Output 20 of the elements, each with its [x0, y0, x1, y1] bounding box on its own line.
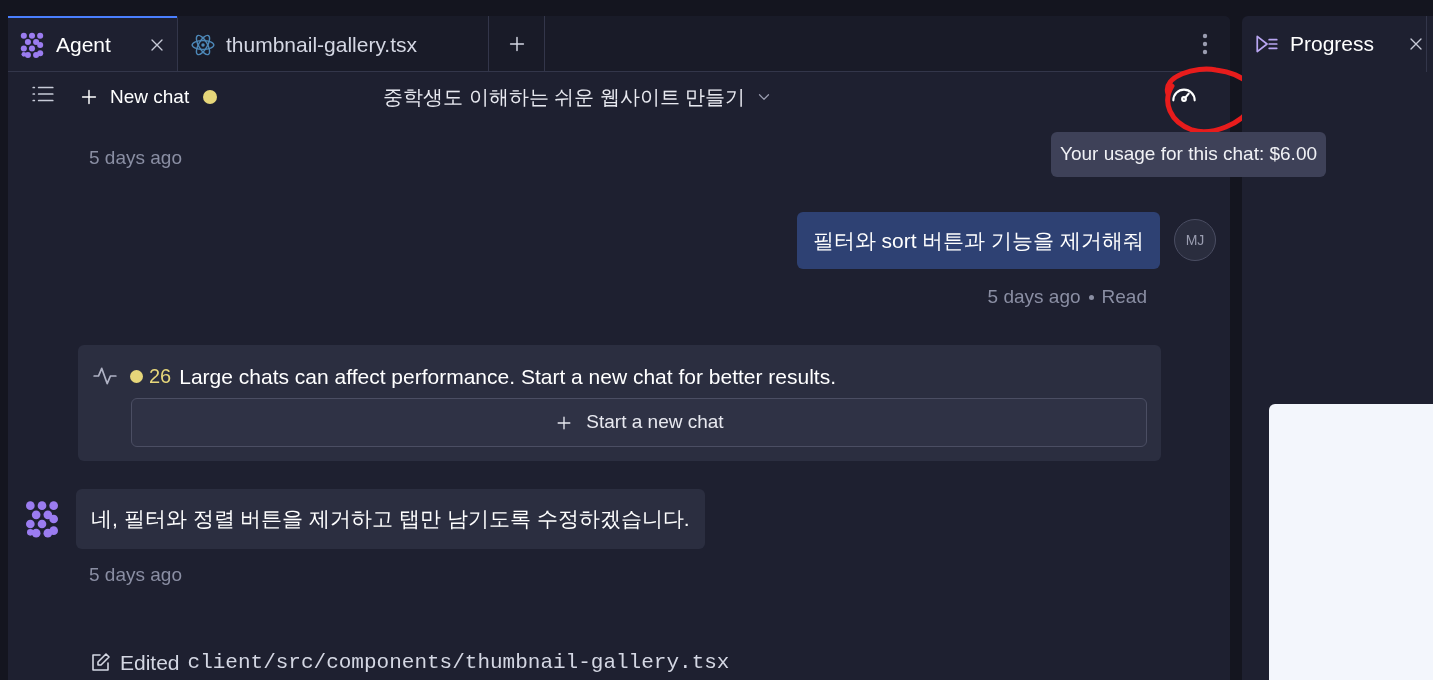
avatar: MJ: [1174, 219, 1216, 262]
agent-logo-icon: [18, 30, 46, 59]
tab[interactable]: Agent: [8, 16, 177, 71]
start-new-chat-button[interactable]: Start a new chat: [131, 398, 1147, 447]
gauge-icon: [1172, 88, 1196, 102]
more-icon: [1202, 32, 1208, 55]
count-label: 26: [149, 364, 172, 390]
edit-label: Edited: [120, 650, 180, 676]
usage-tooltip: Your usage for this chat: $6.00: [1051, 132, 1327, 177]
chat-title-dropdown[interactable]: 중학생도 이해하는 쉬운 웹사이트 만들기: [383, 82, 774, 112]
timestamp: 5 days ago: [987, 285, 1081, 309]
user-message: 필터와 sort 버튼과 기능을 제거해줘: [796, 211, 1160, 269]
read-status: Read: [1101, 285, 1147, 309]
agent-message: 네, 필터와 정렬 버튼을 제거하고 탭만 남기도록 수정하겠습니다.: [76, 489, 705, 549]
timestamp: 5 days ago: [89, 147, 182, 168]
tab[interactable]: Progress: [1242, 16, 1427, 72]
timestamp: 5 days ago: [89, 563, 182, 585]
warning-text: Large chats can affect performance. Start a new chat for better results.: [179, 363, 837, 390]
file-path: client/src/components/thumbnail-gallery.tsx: [187, 650, 730, 676]
new-chat-button[interactable]: New chat: [78, 82, 190, 112]
